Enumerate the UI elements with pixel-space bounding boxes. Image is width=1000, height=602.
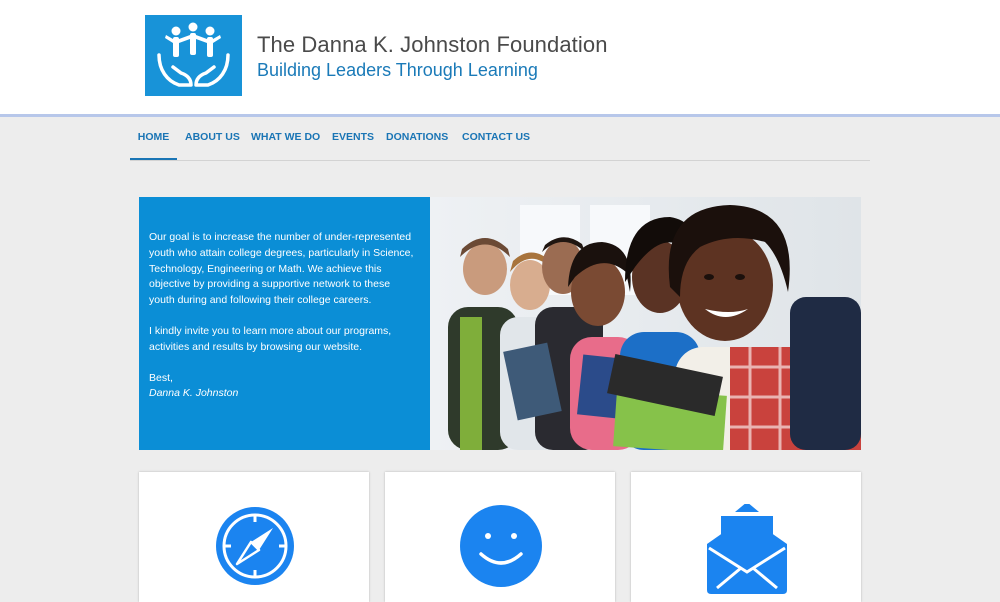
hero-paragraph-1: Our goal is to increase the number of un… [149, 231, 414, 307]
envelope-icon [707, 504, 787, 594]
hands-people-logo-icon [157, 22, 230, 87]
hero-signature: Danna K. Johnston [149, 387, 239, 400]
nav-donations[interactable]: DONATIONS [386, 117, 448, 158]
students-holding-books-photo [430, 197, 861, 450]
site-header: The Danna K. Johnston Foundation Buildin… [0, 0, 1000, 117]
nav-about-us[interactable]: ABOUT US [185, 117, 240, 158]
site-tagline: Building Leaders Through Learning [257, 60, 538, 80]
feature-card-compass[interactable] [139, 472, 369, 602]
smiley-icon [460, 505, 542, 587]
hero-message-panel: Our goal is to increase the number of un… [139, 197, 430, 450]
feature-card-envelope[interactable] [631, 472, 861, 602]
nav-contact-us[interactable]: CONTACT US [462, 117, 530, 158]
hero-paragraph-2: I kindly invite you to learn more about … [149, 324, 392, 353]
hero-closing: Best, [149, 371, 173, 384]
main-nav: HOME ABOUT US WHAT WE DO EVENTS DONATION… [130, 117, 870, 161]
nav-events[interactable]: EVENTS [332, 117, 374, 158]
nav-what-we-do[interactable]: WHAT WE DO [251, 117, 320, 158]
nav-home[interactable]: HOME [130, 117, 177, 160]
students-photo [430, 197, 861, 450]
foundation-logo[interactable] [145, 15, 242, 96]
feature-card-smiley[interactable] [385, 472, 615, 602]
site-title: The Danna K. Johnston Foundation [257, 32, 608, 57]
compass-icon [216, 507, 294, 585]
